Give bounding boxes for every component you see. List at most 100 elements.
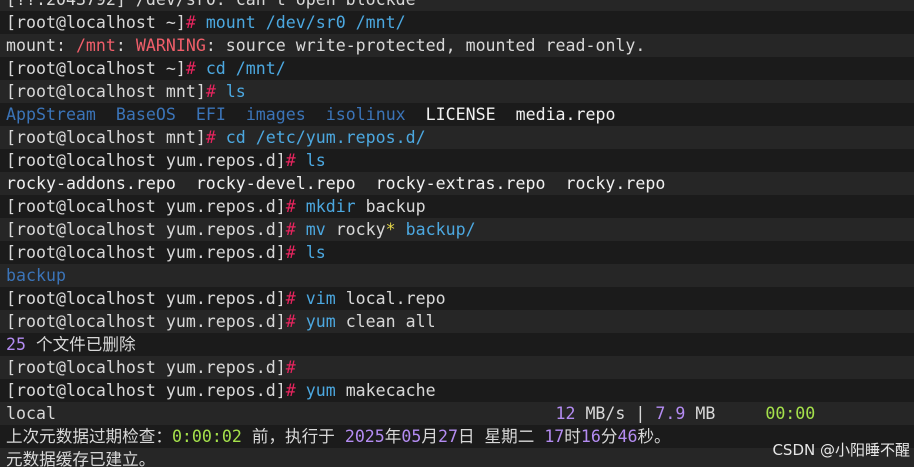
terminal-text-segment: backup <box>6 266 66 285</box>
terminal-text-segment: : <box>115 36 136 55</box>
terminal-line: [root@localhost yum.repos.d]# mkdir back… <box>0 195 914 218</box>
terminal-text-segment: /mnt <box>75 36 116 55</box>
terminal-text-segment: # <box>285 289 306 308</box>
terminal-text-segment: # <box>285 151 306 170</box>
terminal-text-segment: [root@localhost mnt] <box>6 82 206 101</box>
terminal-text-segment: ls <box>225 82 246 101</box>
terminal-text-segment: * <box>385 220 396 239</box>
terminal-text-segment: vim <box>305 289 336 308</box>
terminal-text-segment: cd <box>225 128 246 147</box>
terminal-line: [root@localhost mnt]# ls <box>0 80 914 103</box>
terminal-line: [root@localhost yum.repos.d]# <box>0 356 914 379</box>
terminal-text-segment: [root@localhost yum.repos.d] <box>6 358 286 377</box>
terminal-text-segment: # <box>285 358 296 377</box>
terminal-line: 25 个文件已删除 <box>0 333 914 356</box>
terminal-text-segment: 时 <box>564 427 581 446</box>
terminal-text-segment: [root@localhost yum.repos.d] <box>6 289 286 308</box>
terminal-text-segment: # <box>285 312 306 331</box>
terminal-text-segment: [root@localhost ~] <box>6 59 186 78</box>
terminal-text-segment: yum <box>305 381 336 400</box>
terminal-text-segment: # <box>285 220 306 239</box>
terminal-line: [root@localhost yum.repos.d]# vim local.… <box>0 287 914 310</box>
terminal-text-segment: # <box>185 59 206 78</box>
terminal-line: AppStream BaseOS EFI images isolinux LIC… <box>0 103 914 126</box>
terminal-text-segment: WARNING <box>135 36 206 55</box>
terminal-text-segment: LICENSE <box>425 105 496 124</box>
terminal-text-segment: rocky-addons.repo rocky-devel.repo rocky… <box>6 174 666 193</box>
terminal-line: rocky-addons.repo rocky-devel.repo rocky… <box>0 172 914 195</box>
terminal-text-segment: [root@localhost ~] <box>6 13 186 32</box>
terminal-text-segment: 元数据缓存已建立。 <box>6 450 156 467</box>
terminal-text-segment: ??:2043792] /dev/sr0: can't open blockde <box>16 0 416 9</box>
terminal-text-segment: 年 <box>384 427 402 446</box>
terminal-text-segment: [root@localhost yum.repos.d] <box>6 220 286 239</box>
terminal-line: [root@localhost yum.repos.d]# mv rocky* … <box>0 218 914 241</box>
terminal-text-segment: 2025 <box>344 427 385 446</box>
terminal-line: backup <box>0 264 914 287</box>
terminal-text-segment: EFI <box>195 105 226 124</box>
terminal-line: mount: /mnt: WARNING: source write-prote… <box>0 34 914 57</box>
terminal-text-segment: [root@localhost yum.repos.d] <box>6 312 286 331</box>
terminal-text-segment: [root@localhost yum.repos.d] <box>6 243 286 262</box>
terminal-text-segment: makecache <box>335 381 436 400</box>
terminal-text-segment: [root@localhost yum.repos.d] <box>6 197 286 216</box>
terminal-line: [root@localhost yum.repos.d]# ls <box>0 149 914 172</box>
terminal-text-segment: # <box>185 13 206 32</box>
terminal-text-segment: MB/s <box>575 404 636 423</box>
terminal-text-segment: mkdir <box>305 197 356 216</box>
terminal-text-segment: mount <box>205 13 256 32</box>
terminal-text-segment: /mnt/ <box>225 59 286 78</box>
terminal-text-segment: 16 <box>580 427 601 446</box>
terminal-text-segment: # <box>205 128 226 147</box>
terminal-line: [??:2043792] /dev/sr0: can't open blockd… <box>0 0 914 11</box>
terminal-text-segment: 秒。 <box>637 427 671 446</box>
terminal-line: [root@localhost yum.repos.d]# yum makeca… <box>0 379 914 402</box>
terminal-text-segment: 27 <box>437 427 458 446</box>
terminal-window[interactable]: [??:2043792] /dev/sr0: can't open blockd… <box>0 0 914 467</box>
terminal-text-segment: isolinux <box>325 105 406 124</box>
terminal-text-segment: yum <box>305 312 336 331</box>
terminal-text-segment: 46 <box>617 427 638 446</box>
terminal-text-segment: : <box>55 36 76 55</box>
terminal-text-segment: # <box>285 243 306 262</box>
terminal-text-segment: 分 <box>600 427 618 446</box>
terminal-text-segment: 25 <box>6 335 26 354</box>
terminal-text-segment: | <box>635 404 646 423</box>
terminal-line: [root@localhost yum.repos.d]# yum clean … <box>0 310 914 333</box>
terminal-text-segment: ls <box>305 243 326 262</box>
terminal-text-segment: [root@localhost yum.repos.d] <box>6 381 286 400</box>
terminal-text-segment: clean all <box>335 312 436 331</box>
terminal-text-segment: 7.9 <box>655 404 686 423</box>
terminal-text-segment: # <box>205 82 226 101</box>
terminal-text-segment: 个文件已删除 <box>25 335 136 354</box>
terminal-text-segment: backup <box>355 197 426 216</box>
terminal-text-segment: media.repo <box>515 105 616 124</box>
terminal-text-segment: rocky <box>325 220 386 239</box>
terminal-text-segment: local.repo <box>335 289 446 308</box>
terminal-text-segment: [root@localhost mnt] <box>6 128 206 147</box>
terminal-text-segment: /dev/sr0 /mnt/ <box>255 13 406 32</box>
terminal-text-segment: 月 <box>421 427 438 446</box>
terminal-text-segment: 上次元数据过期检查： <box>6 427 172 446</box>
terminal-text-segment: 17 <box>544 427 565 446</box>
terminal-text-segment: mount <box>6 36 56 55</box>
terminal-line: [root@localhost ~]# mount /dev/sr0 /mnt/ <box>0 11 914 34</box>
terminal-line: [root@localhost ~]# cd /mnt/ <box>0 57 914 80</box>
terminal-text-segment: MB <box>685 404 766 423</box>
terminal-text-segment: [ <box>6 0 16 9</box>
terminal-text-segment: [root@localhost yum.repos.d] <box>6 151 286 170</box>
terminal-text-segment: : source write-protected, mounted read-o… <box>205 36 646 55</box>
terminal-text-segment: local <box>6 404 556 423</box>
terminal-text-segment: ls <box>305 151 326 170</box>
terminal-text-segment: AppStream <box>6 105 96 124</box>
terminal-text-segment: 日 星期二 <box>457 427 545 446</box>
terminal-text-segment: cd <box>205 59 226 78</box>
terminal-text-segment: /etc/yum.repos.d/ <box>245 128 426 147</box>
